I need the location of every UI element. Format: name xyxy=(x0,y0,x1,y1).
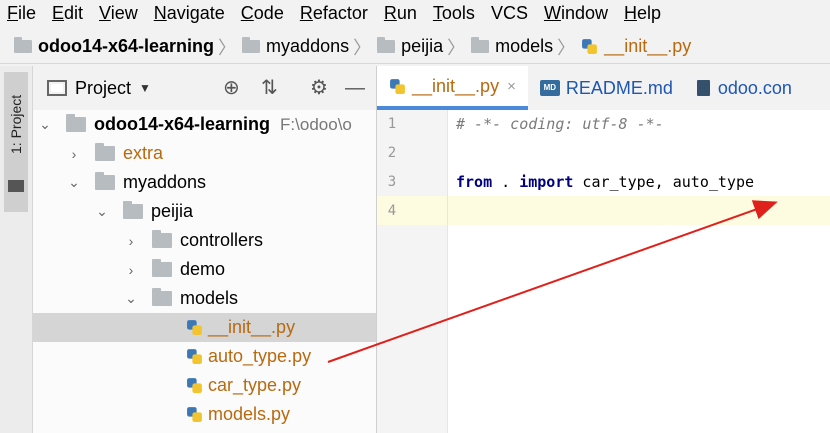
menu-bar: File Edit View Navigate Code Refactor Ru… xyxy=(0,0,830,26)
menu-file[interactable]: File xyxy=(0,1,44,25)
tree-item-controllers[interactable]: › controllers xyxy=(33,226,376,255)
tree-item-extra[interactable]: › extra xyxy=(33,139,376,168)
folder-icon xyxy=(152,230,172,248)
chevron-down-icon[interactable]: ⌄ xyxy=(95,203,109,220)
folder-icon xyxy=(95,172,115,190)
menu-view[interactable]: View xyxy=(91,1,146,25)
project-panel-header: Project ▼ ⊕ ⇅ ⚙ — xyxy=(33,66,376,111)
menu-tools[interactable]: Tools xyxy=(425,1,483,25)
python-file-icon xyxy=(389,78,406,95)
breadcrumb-project[interactable]: odoo14-x64-learning xyxy=(14,36,214,57)
menu-window[interactable]: Window xyxy=(536,1,616,25)
python-file-icon xyxy=(186,348,203,365)
config-file-icon xyxy=(696,80,710,96)
folder-icon xyxy=(242,37,261,53)
tree-item-root[interactable]: ⌄ odoo14-x64-learning F:\odoo\o xyxy=(33,110,376,139)
current-line-highlight xyxy=(448,196,830,225)
chevron-right-icon: 〉 xyxy=(218,37,237,58)
tree-item-myaddons[interactable]: ⌄ myaddons xyxy=(33,168,376,197)
chevron-right-icon[interactable]: › xyxy=(124,233,138,249)
chevron-down-icon[interactable]: ⌄ xyxy=(124,290,138,307)
menu-help[interactable]: Help xyxy=(616,1,669,25)
target-icon[interactable]: ⊕ xyxy=(223,78,240,98)
folder-icon xyxy=(123,201,143,219)
breadcrumb-peijia[interactable]: peijia xyxy=(377,36,443,57)
menu-edit[interactable]: Edit xyxy=(44,1,91,25)
editor-tabs: __init__.py × MD README.md odoo.con xyxy=(377,66,830,111)
python-file-icon xyxy=(186,319,203,336)
folder-icon xyxy=(471,37,490,53)
python-file-icon xyxy=(581,38,598,55)
close-icon[interactable]: × xyxy=(507,78,516,95)
chevron-right-icon[interactable]: › xyxy=(124,262,138,278)
collapse-icon[interactable]: ⇅ xyxy=(261,78,278,98)
tree-item-auto-type-py[interactable]: auto_type.py xyxy=(33,342,376,371)
breadcrumb-file[interactable]: __init__.py xyxy=(581,36,691,57)
minimize-icon[interactable]: — xyxy=(345,78,365,98)
tree-item-models-py[interactable]: models.py xyxy=(33,400,376,429)
menu-vcs[interactable]: VCS xyxy=(483,1,536,25)
folder-icon xyxy=(152,259,172,277)
chevron-down-icon[interactable]: ⌄ xyxy=(67,174,81,191)
code-line-3[interactable]: from . import car_type, auto_type xyxy=(456,173,754,191)
markdown-file-icon: MD xyxy=(539,80,560,96)
python-file-icon xyxy=(186,377,203,394)
chevron-right-icon: 〉 xyxy=(557,37,576,58)
folder-icon xyxy=(14,37,32,53)
folder-icon xyxy=(95,143,115,161)
folder-icon xyxy=(66,114,86,132)
project-view-icon xyxy=(47,80,67,96)
menu-run[interactable]: Run xyxy=(376,1,425,25)
project-tool-tab[interactable]: 1: Project xyxy=(4,72,28,212)
project-tool-label: 1: Project xyxy=(8,94,24,154)
tree-item-models[interactable]: ⌄ models xyxy=(33,284,376,313)
folder-icon xyxy=(152,288,172,306)
breadcrumb-models[interactable]: models xyxy=(471,36,553,57)
chevron-right-icon[interactable]: › xyxy=(67,146,81,162)
project-panel-title[interactable]: Project xyxy=(75,78,131,99)
line-number: 4 xyxy=(387,203,397,219)
chevron-down-icon[interactable]: ⌄ xyxy=(38,116,52,133)
tree-item-car-type-py[interactable]: car_type.py xyxy=(33,371,376,400)
gear-icon[interactable]: ⚙ xyxy=(310,78,328,98)
line-number: 3 xyxy=(387,174,397,190)
breadcrumb: odoo14-x64-learning 〉 myaddons 〉 peijia … xyxy=(0,30,830,64)
tab-odoo-conf[interactable]: odoo.con xyxy=(685,66,804,110)
tool-window-strip: 1: Project xyxy=(0,66,33,433)
breadcrumb-myaddons[interactable]: myaddons xyxy=(242,36,349,57)
menu-navigate[interactable]: Navigate xyxy=(146,1,233,25)
python-file-icon xyxy=(186,406,203,423)
tab-readme-md[interactable]: MD README.md xyxy=(528,66,685,110)
code-editor[interactable]: 1 2 3 4 # -*- coding: utf-8 -*- from . i… xyxy=(377,110,830,433)
tab-init-py[interactable]: __init__.py × xyxy=(377,66,528,110)
folder-icon xyxy=(8,180,24,192)
folder-icon xyxy=(377,37,396,53)
caret-down-icon[interactable]: ▼ xyxy=(139,81,151,95)
chevron-right-icon: 〉 xyxy=(353,37,372,58)
chevron-right-icon: 〉 xyxy=(447,37,466,58)
line-number: 1 xyxy=(387,116,397,132)
menu-code[interactable]: Code xyxy=(233,1,292,25)
tree-item-peijia[interactable]: ⌄ peijia xyxy=(33,197,376,226)
tree-item-demo[interactable]: › demo xyxy=(33,255,376,284)
project-tree: ⌄ odoo14-x64-learning F:\odoo\o › extra … xyxy=(33,110,376,433)
tree-item-init-py[interactable]: __init__.py xyxy=(33,313,376,342)
code-line-1[interactable]: # -*- coding: utf-8 -*- xyxy=(456,115,664,133)
line-number: 2 xyxy=(387,145,397,161)
menu-refactor[interactable]: Refactor xyxy=(292,1,376,25)
